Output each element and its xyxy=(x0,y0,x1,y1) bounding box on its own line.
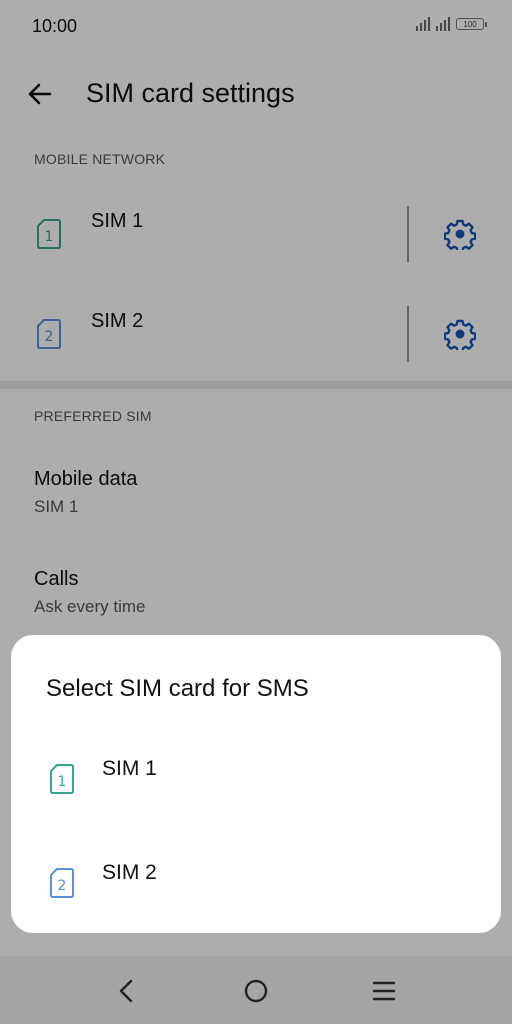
sim-card-icon: 1 xyxy=(50,764,74,794)
sim-number: 1 xyxy=(58,774,67,790)
dialog-option-sim-1[interactable]: 1 SIM 1 xyxy=(11,735,501,825)
sim-number: 2 xyxy=(58,878,67,894)
dialog-option-label: SIM 1 xyxy=(102,757,157,780)
dialog-option-label: SIM 2 xyxy=(102,861,157,884)
dialog-option-sim-2[interactable]: 2 SIM 2 xyxy=(11,839,501,929)
sim-card-icon: 2 xyxy=(50,868,74,898)
dialog-title: Select SIM card for SMS xyxy=(46,675,309,702)
select-sim-sms-dialog: Select SIM card for SMS 1 SIM 1 2 SIM 2 xyxy=(11,635,501,933)
